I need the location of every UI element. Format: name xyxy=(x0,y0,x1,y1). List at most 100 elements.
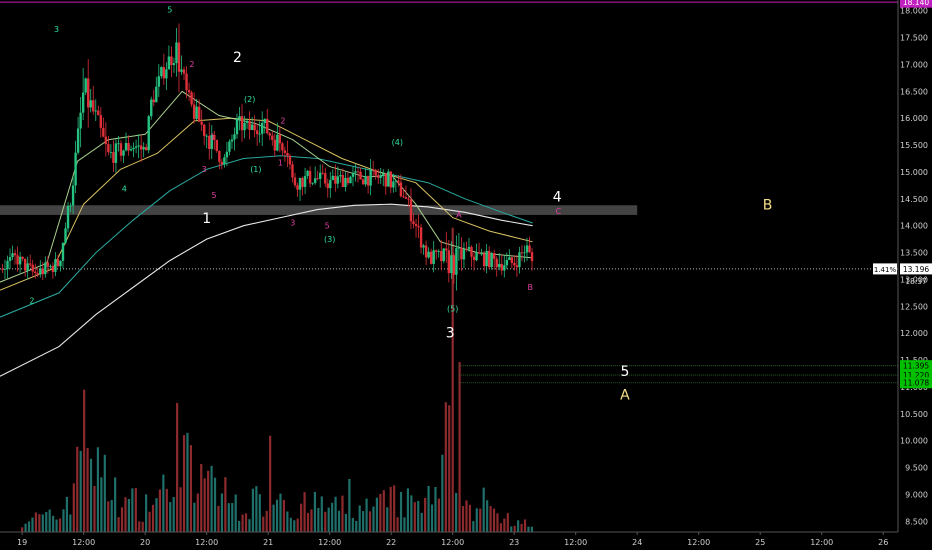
candle-body xyxy=(503,265,506,271)
wave-label: (1) xyxy=(250,165,261,174)
candle-body xyxy=(404,197,408,199)
candle-body xyxy=(510,257,514,263)
candle-body xyxy=(409,199,413,222)
volume-bar xyxy=(379,493,382,532)
candle-body xyxy=(472,256,476,261)
volume-bar xyxy=(403,517,406,532)
candle-body xyxy=(485,250,488,267)
volume-bar xyxy=(334,496,337,532)
candle-body xyxy=(253,124,256,131)
volume-bar xyxy=(41,514,44,532)
volume-bar xyxy=(296,518,299,532)
volume-bar xyxy=(300,503,303,532)
candle-body xyxy=(392,181,395,188)
candle-body xyxy=(230,139,234,142)
volume-bar xyxy=(24,523,27,532)
candle-body xyxy=(334,175,337,184)
volume-bar xyxy=(468,504,472,532)
volume-bar xyxy=(45,511,48,532)
candle-body xyxy=(329,180,332,189)
candle-body xyxy=(172,63,176,66)
volume-bar xyxy=(69,514,72,532)
volume-bar xyxy=(96,447,100,532)
volume-bar xyxy=(506,513,509,532)
candle-body xyxy=(500,263,503,271)
candle-body xyxy=(129,149,133,151)
volume-bar xyxy=(331,502,334,532)
candle-body xyxy=(445,248,448,251)
y-tick-label: 14.000 xyxy=(900,222,928,231)
volume-bar xyxy=(289,517,292,532)
volume-bar xyxy=(127,499,131,532)
wave-label: 3 xyxy=(54,25,59,34)
x-tick-label: 12:00 xyxy=(72,538,95,547)
volume-bar xyxy=(269,435,272,532)
wave-label: 5 xyxy=(167,5,172,14)
candle-body xyxy=(182,69,186,74)
volume-bar xyxy=(344,513,348,532)
x-tick-label: 12:00 xyxy=(441,538,464,547)
candle-body xyxy=(346,177,350,184)
wave-label: 1 xyxy=(278,159,283,168)
candle-body xyxy=(81,92,85,113)
wave-label: 2 xyxy=(29,297,34,306)
candle-body xyxy=(377,175,380,178)
candle-body xyxy=(84,78,87,93)
candle-body xyxy=(240,116,244,131)
volume-bar xyxy=(179,487,182,532)
price-chart[interactable]: 3522(2)21354(1)1135(3)(4)A4CB2(5)3B5AC 8… xyxy=(0,0,932,550)
candle-body xyxy=(200,121,203,125)
candle-body xyxy=(331,175,335,181)
top-level-badge: 18.140 xyxy=(903,0,929,7)
volume-bar xyxy=(279,493,282,532)
volume-bar xyxy=(517,520,520,532)
volume-bar xyxy=(145,494,148,532)
candle-body xyxy=(87,78,90,108)
candle-body xyxy=(419,227,423,248)
x-tick-label: 20 xyxy=(140,538,150,547)
volume-bar xyxy=(275,499,279,532)
y-tick-label: 17.500 xyxy=(900,34,928,43)
x-tick-label: 21 xyxy=(263,538,273,547)
candle-body xyxy=(308,170,312,184)
candle-body xyxy=(13,253,17,256)
volume-bar xyxy=(203,478,206,532)
candle-body xyxy=(394,180,398,182)
volume-bar xyxy=(227,503,230,532)
volume-bar xyxy=(231,503,234,532)
y-tick-label: 8.500 xyxy=(905,517,928,526)
x-tick-label: 23 xyxy=(509,538,519,547)
candle-body xyxy=(452,255,456,275)
candle-body xyxy=(435,250,438,252)
candle-body xyxy=(114,143,118,163)
volume-bar xyxy=(120,507,124,532)
wave-label: 5 xyxy=(620,364,629,380)
candle-body xyxy=(165,69,168,79)
candle-body xyxy=(157,76,161,87)
candle-body xyxy=(97,110,100,116)
candle-body xyxy=(147,116,150,151)
candle-body xyxy=(167,56,171,70)
volume-bar xyxy=(341,495,344,532)
volume-bar xyxy=(210,465,213,532)
candle-body xyxy=(326,183,329,189)
candle-body xyxy=(195,106,198,119)
candle-body xyxy=(336,176,340,184)
candle-body xyxy=(407,198,410,200)
candle-body xyxy=(190,92,193,105)
volume-bar xyxy=(486,500,489,532)
volume-bar xyxy=(386,507,389,532)
candle-body xyxy=(301,177,304,187)
volume-bar xyxy=(503,518,506,532)
volume-bar xyxy=(72,483,75,532)
candle-body xyxy=(508,257,511,261)
candle-body xyxy=(243,122,246,131)
candle-body xyxy=(152,99,155,103)
candle-body xyxy=(467,246,471,250)
time-axis[interactable]: 19 12:00 20 12:00 21 12:00 22 12:00 23 12:00 24 12:… xyxy=(0,531,932,550)
volume-bar xyxy=(282,499,286,532)
percent-pill: 1.41% xyxy=(874,266,897,274)
volume-bar xyxy=(441,454,444,532)
volume-bar xyxy=(258,494,261,532)
candle-body xyxy=(513,262,516,266)
